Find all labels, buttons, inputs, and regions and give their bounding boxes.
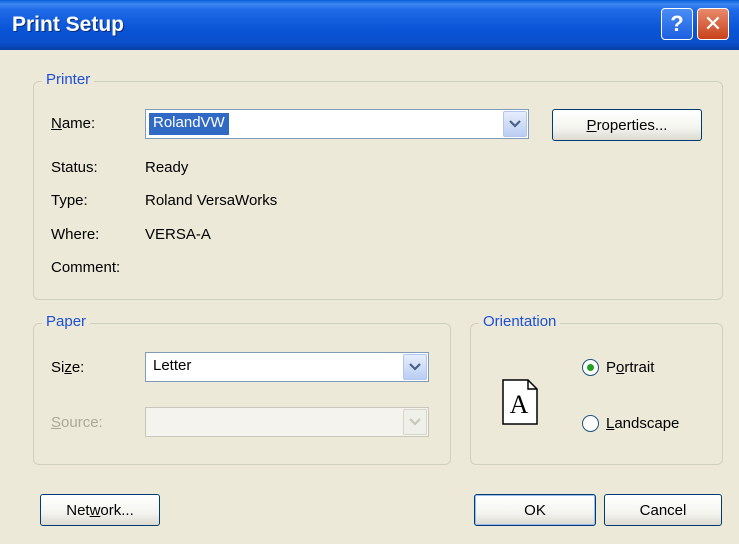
- name-label: Name:: [51, 115, 96, 132]
- landscape-label[interactable]: Landscape: [606, 415, 679, 432]
- chevron-down-icon: [409, 363, 421, 371]
- printer-name-value: RolandVW: [149, 113, 229, 135]
- paper-source-combo[interactable]: [145, 407, 429, 437]
- type-value: Roland VersaWorks: [145, 192, 278, 209]
- status-label: Status:: [51, 159, 98, 176]
- paper-source-dropdown-button[interactable]: [403, 409, 427, 435]
- portrait-radio-dot: [587, 364, 594, 371]
- properties-button[interactable]: Properties...: [552, 109, 702, 141]
- paper-source-value: [149, 411, 157, 433]
- comment-label: Comment:: [51, 259, 121, 276]
- title-bar[interactable]: Print Setup ? ✕: [0, 0, 739, 50]
- paper-size-combo[interactable]: Letter: [145, 352, 429, 382]
- page-icon-letter: A: [510, 390, 529, 419]
- chevron-down-icon: [509, 120, 521, 128]
- source-label: Source:: [51, 414, 103, 431]
- portrait-label[interactable]: Portrait: [606, 359, 654, 376]
- network-button[interactable]: Network...: [40, 494, 160, 526]
- cancel-button-label: Cancel: [639, 501, 687, 519]
- printer-name-dropdown-button[interactable]: [503, 111, 527, 137]
- type-label: Type:: [51, 192, 88, 209]
- printer-legend: Printer: [42, 71, 95, 88]
- paper-size-value: Letter: [153, 357, 192, 374]
- chevron-down-icon: [409, 418, 421, 426]
- where-value: VERSA-A: [145, 226, 211, 243]
- window-title: Print Setup: [12, 13, 125, 36]
- print-setup-dialog: Print Setup ? ✕ Printer Name: RolandVW P…: [0, 0, 739, 544]
- help-button[interactable]: ?: [661, 8, 693, 40]
- size-label: Size:: [51, 359, 85, 376]
- ok-button[interactable]: OK: [474, 494, 596, 526]
- paper-group: Paper: [33, 313, 451, 465]
- paper-legend: Paper: [42, 313, 91, 330]
- portrait-radio[interactable]: [582, 359, 599, 376]
- cancel-button[interactable]: Cancel: [604, 494, 722, 526]
- close-button[interactable]: ✕: [697, 8, 729, 40]
- portrait-page-icon: A: [502, 379, 538, 425]
- status-value: Ready: [145, 159, 189, 176]
- where-label: Where:: [51, 226, 100, 243]
- landscape-radio[interactable]: [582, 415, 599, 432]
- paper-size-dropdown-button[interactable]: [403, 354, 427, 380]
- properties-button-label: Properties...: [586, 116, 668, 134]
- network-button-label: Network...: [66, 501, 134, 519]
- printer-name-combo[interactable]: RolandVW: [145, 109, 529, 139]
- orientation-legend: Orientation: [479, 313, 561, 330]
- ok-button-label: OK: [524, 501, 546, 519]
- help-icon: ?: [670, 11, 684, 36]
- close-icon: ✕: [703, 11, 723, 36]
